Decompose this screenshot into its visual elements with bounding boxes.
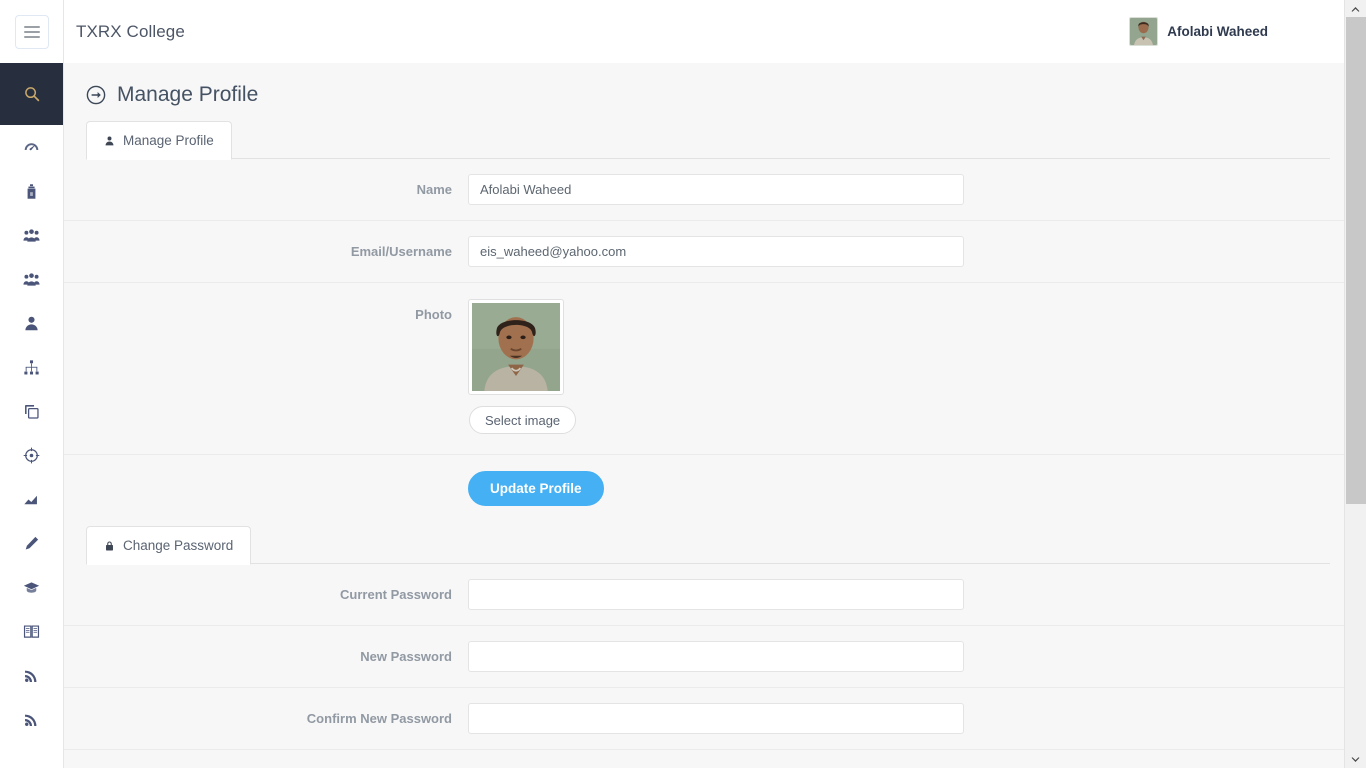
users-group-icon xyxy=(23,227,40,244)
select-image-button[interactable]: Select image xyxy=(469,406,576,434)
sidebar-item-feed-alt[interactable] xyxy=(0,697,63,741)
page-header: Manage Profile xyxy=(64,63,1344,121)
graduation-cap-icon xyxy=(23,579,40,596)
chevron-up-icon xyxy=(1351,6,1360,12)
tab-manage-profile[interactable]: Manage Profile xyxy=(86,121,232,160)
field-row-name: Name xyxy=(64,159,1344,221)
field-row-new-password: New Password xyxy=(64,626,1344,688)
change-password-panel: Change Password Current Password New Pas… xyxy=(64,526,1344,750)
user-avatar-photo xyxy=(1130,18,1157,45)
sidebar-item-dashboard[interactable] xyxy=(0,125,63,169)
user-icon xyxy=(23,315,40,332)
current-password-input[interactable] xyxy=(468,579,964,610)
main-content: Manage Profile Manage Profile Name xyxy=(64,63,1344,768)
current-password-label: Current Password xyxy=(64,587,468,602)
email-input[interactable] xyxy=(468,236,964,267)
new-password-input[interactable] xyxy=(468,641,964,672)
page-scrollbar[interactable] xyxy=(1344,0,1366,768)
page-title: Manage Profile xyxy=(117,83,258,107)
manage-profile-panel: Manage Profile Name Email/Username Photo xyxy=(64,121,1344,526)
name-input[interactable] xyxy=(468,174,964,205)
user-menu[interactable]: Afolabi Waheed xyxy=(1129,17,1268,46)
bar-chart-icon xyxy=(23,491,40,508)
app-window: TXRX College Afolabi Waheed Manage Profi… xyxy=(0,0,1366,768)
submit-spacer xyxy=(64,471,468,506)
user-portrait-photo xyxy=(472,303,560,391)
avatar xyxy=(1129,17,1158,46)
sidebar-item-edit[interactable] xyxy=(0,521,63,565)
sidebar-item-feed[interactable] xyxy=(0,653,63,697)
hamburger-bar xyxy=(24,31,40,33)
sidebar-item-staff[interactable] xyxy=(0,257,63,301)
top-header: TXRX College Afolabi Waheed xyxy=(64,0,1344,63)
sidebar-item-target[interactable] xyxy=(0,433,63,477)
sidebar-item-groups[interactable] xyxy=(0,213,63,257)
field-row-confirm-password: Confirm New Password xyxy=(64,688,1344,750)
chevron-down-icon xyxy=(1351,757,1360,763)
photo-label: Photo xyxy=(64,299,468,322)
name-label: Name xyxy=(64,182,468,197)
tab-manage-profile-label: Manage Profile xyxy=(123,133,214,148)
current-password-wrap xyxy=(468,579,1343,610)
dashboard-tachometer-icon xyxy=(23,139,40,156)
new-password-wrap xyxy=(468,641,1343,672)
profile-tabstrip: Manage Profile xyxy=(86,121,1330,159)
sidebar-item-library[interactable] xyxy=(0,609,63,653)
field-row-photo: Photo xyxy=(64,283,1344,455)
open-book-icon xyxy=(23,623,40,640)
tab-change-password-label: Change Password xyxy=(123,538,233,553)
password-tabstrip: Change Password xyxy=(86,526,1330,564)
rss-feed-icon xyxy=(23,711,40,728)
scroll-down-button[interactable] xyxy=(1345,751,1366,768)
sidebar-item-academics[interactable] xyxy=(0,565,63,609)
arrow-circle-right-icon xyxy=(86,85,106,105)
hamburger-bar xyxy=(24,26,40,28)
update-profile-button[interactable]: Update Profile xyxy=(468,471,604,506)
sidebar-search-button[interactable] xyxy=(0,63,63,125)
hamburger-icon[interactable] xyxy=(15,15,49,49)
users-group-icon xyxy=(23,271,40,288)
rss-feed-icon xyxy=(23,667,40,684)
confirm-password-wrap xyxy=(468,703,1343,734)
app-brand-title: TXRX College xyxy=(76,22,185,42)
profile-submit-row: Update Profile xyxy=(64,455,1344,526)
scroll-up-button[interactable] xyxy=(1345,0,1366,17)
field-row-current-password: Current Password xyxy=(64,564,1344,626)
sidebar-item-user[interactable] xyxy=(0,301,63,345)
clone-copy-icon xyxy=(23,403,40,420)
sidebar-item-institution[interactable] xyxy=(0,169,63,213)
confirm-password-label: Confirm New Password xyxy=(64,711,468,726)
hamburger-bar xyxy=(24,36,40,38)
sidebar-item-reports[interactable] xyxy=(0,477,63,521)
name-input-wrap xyxy=(468,174,1343,205)
sidebar-item-sitemap[interactable] xyxy=(0,345,63,389)
field-row-email: Email/Username xyxy=(64,221,1344,283)
user-icon xyxy=(104,135,115,147)
tab-change-password[interactable]: Change Password xyxy=(86,526,251,565)
search-icon xyxy=(24,86,40,102)
pencil-icon xyxy=(23,535,40,552)
profile-photo-frame xyxy=(468,299,564,395)
sidebar xyxy=(0,0,64,768)
scrollbar-thumb[interactable] xyxy=(1346,17,1366,504)
profile-photo xyxy=(472,303,560,391)
photo-control-wrap: Select image xyxy=(468,299,1343,434)
building-bank-icon xyxy=(23,183,40,200)
confirm-password-input[interactable] xyxy=(468,703,964,734)
email-input-wrap xyxy=(468,236,1343,267)
new-password-label: New Password xyxy=(64,649,468,664)
lock-icon xyxy=(104,540,115,552)
crosshairs-bullseye-icon xyxy=(23,447,40,464)
sidebar-item-clone[interactable] xyxy=(0,389,63,433)
sidebar-nav xyxy=(0,125,63,741)
user-name-label: Afolabi Waheed xyxy=(1167,24,1268,39)
sitemap-icon xyxy=(23,359,40,376)
email-label: Email/Username xyxy=(64,244,468,259)
sidebar-header xyxy=(0,0,63,63)
